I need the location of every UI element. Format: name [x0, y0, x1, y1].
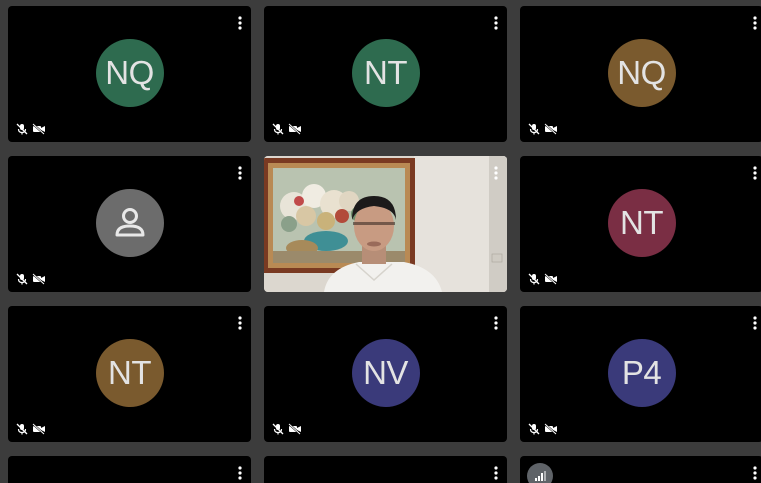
mic-off-icon: [16, 273, 28, 285]
participant-tile[interactable]: [264, 456, 507, 483]
status-icons: [272, 123, 302, 135]
mic-off-icon: [16, 123, 28, 135]
mic-off-icon: [528, 423, 540, 435]
more-options-icon[interactable]: [237, 466, 243, 480]
mic-off-icon: [272, 123, 284, 135]
avatar: NT: [607, 189, 676, 257]
avatar: NQ: [607, 39, 676, 107]
status-icons: [528, 123, 558, 135]
meeting-grid: NQ NT NQ NT NT NV P4: [0, 0, 761, 483]
participant-tile[interactable]: NV: [264, 306, 507, 442]
avatar: [95, 189, 164, 257]
participant-tile[interactable]: [8, 156, 251, 292]
live-video: [264, 156, 507, 292]
camera-off-icon: [32, 423, 45, 435]
mic-off-icon: [16, 423, 28, 435]
mic-off-icon: [528, 123, 540, 135]
more-options-icon[interactable]: [752, 316, 758, 330]
more-options-icon[interactable]: [752, 16, 758, 30]
avatar: NT: [351, 39, 420, 107]
participant-tile[interactable]: [520, 456, 761, 483]
camera-off-icon: [288, 423, 301, 435]
mic-off-icon: [528, 273, 540, 285]
more-options-icon[interactable]: [493, 16, 499, 30]
more-options-icon[interactable]: [752, 466, 758, 480]
more-options-icon[interactable]: [493, 316, 499, 330]
avatar: NV: [351, 339, 420, 407]
more-options-icon[interactable]: [237, 16, 243, 30]
more-options-icon[interactable]: [752, 166, 758, 180]
participant-tile[interactable]: P4: [520, 306, 761, 442]
camera-off-icon: [288, 123, 301, 135]
avatar: P4: [607, 339, 676, 407]
camera-off-icon: [32, 123, 45, 135]
participant-tile[interactable]: NQ: [8, 6, 251, 142]
participant-tile[interactable]: NT: [8, 306, 251, 442]
more-options-icon[interactable]: [237, 316, 243, 330]
status-icons: [528, 273, 558, 285]
participant-tile[interactable]: NT: [264, 6, 507, 142]
video-tile[interactable]: [264, 156, 507, 292]
participant-tile[interactable]: NQ: [520, 6, 761, 142]
person-icon: [115, 208, 144, 237]
status-icons: [16, 423, 46, 435]
camera-off-icon: [32, 273, 45, 285]
network-badge[interactable]: [527, 463, 553, 483]
camera-off-icon: [544, 423, 557, 435]
status-icons: [16, 123, 46, 135]
more-options-icon[interactable]: [237, 166, 243, 180]
status-icons: [528, 423, 558, 435]
more-options-icon[interactable]: [493, 166, 499, 180]
participant-tile[interactable]: NT: [520, 156, 761, 292]
mic-off-icon: [272, 423, 284, 435]
more-options-icon[interactable]: [493, 466, 499, 480]
signal-icon: [535, 471, 546, 481]
avatar: NQ: [95, 39, 164, 107]
camera-off-icon: [544, 123, 557, 135]
participant-tile[interactable]: [8, 456, 251, 483]
camera-off-icon: [544, 273, 557, 285]
status-icons: [272, 423, 302, 435]
status-icons: [16, 273, 46, 285]
avatar: NT: [95, 339, 164, 407]
